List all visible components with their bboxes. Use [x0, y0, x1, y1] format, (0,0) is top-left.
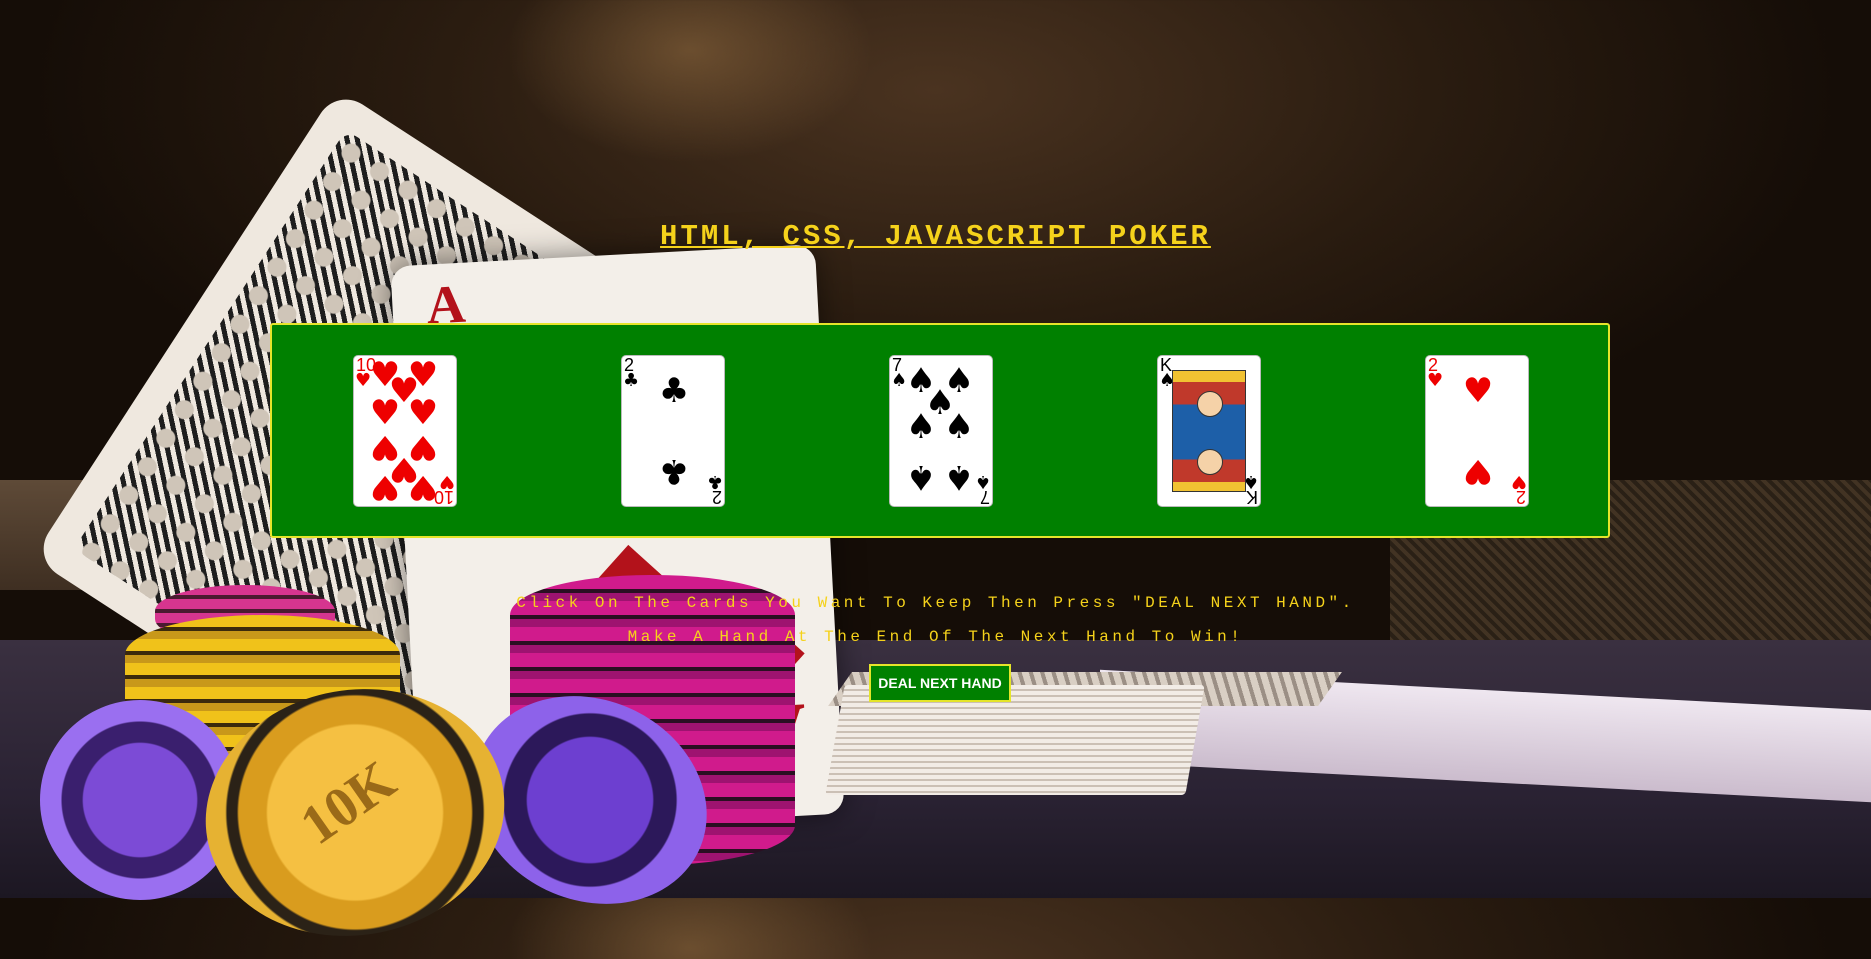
- instructions-line-1: Click On The Cards You Want To Keep Then…: [516, 594, 1355, 612]
- heart-icon: ♥: [369, 467, 401, 507]
- heart-icon: ♥: [1462, 451, 1494, 491]
- club-icon: ♣: [658, 371, 690, 411]
- spade-icon: ♠: [943, 407, 975, 447]
- card-rank: 2: [711, 487, 722, 507]
- spade-icon: ♠: [943, 457, 975, 497]
- card-3[interactable]: 7 ♠ ♠ ♠ ♠ ♠ ♠ ♠ ♠ ♠ 7: [889, 355, 993, 507]
- deal-next-hand-button[interactable]: DEAL NEXT HAND: [869, 664, 1011, 702]
- heart-icon: ♥: [1462, 371, 1494, 411]
- page-title: HTML, CSS, JAVASCRIPT POKER: [660, 220, 1211, 253]
- card-rank: 10: [433, 487, 454, 507]
- spade-icon: ♠: [905, 457, 937, 497]
- card-2[interactable]: 2 ♣ ♣ ♣ ♣ 2: [621, 355, 725, 507]
- heart-icon: ♥: [369, 393, 401, 433]
- heart-icon: ♥: [407, 393, 439, 433]
- instructions-line-2: Make A Hand At The End Of The Next Hand …: [627, 628, 1244, 646]
- card-5[interactable]: 2 ♥ ♥ ♥ ♥ 2: [1425, 355, 1529, 507]
- hand-panel: 10 ♥ ♥ ♥ ♥ ♥ ♥ ♥ ♥ ♥ ♥ ♥ ♥ 10 2 ♣ ♣ ♣ ♣ …: [270, 323, 1610, 538]
- card-rank: K: [1245, 487, 1258, 507]
- spade-icon: ♠: [905, 407, 937, 447]
- club-icon: ♣: [623, 370, 640, 391]
- card-rank: 7: [979, 487, 990, 507]
- card-rank: 2: [1515, 487, 1526, 507]
- card-4[interactable]: K ♠ ♠ K: [1157, 355, 1261, 507]
- card-1[interactable]: 10 ♥ ♥ ♥ ♥ ♥ ♥ ♥ ♥ ♥ ♥ ♥ ♥ 10: [353, 355, 457, 507]
- club-icon: ♣: [658, 451, 690, 491]
- heart-icon: ♥: [1427, 370, 1444, 391]
- chip-label: 10K: [289, 749, 407, 858]
- king-portrait: [1172, 370, 1246, 492]
